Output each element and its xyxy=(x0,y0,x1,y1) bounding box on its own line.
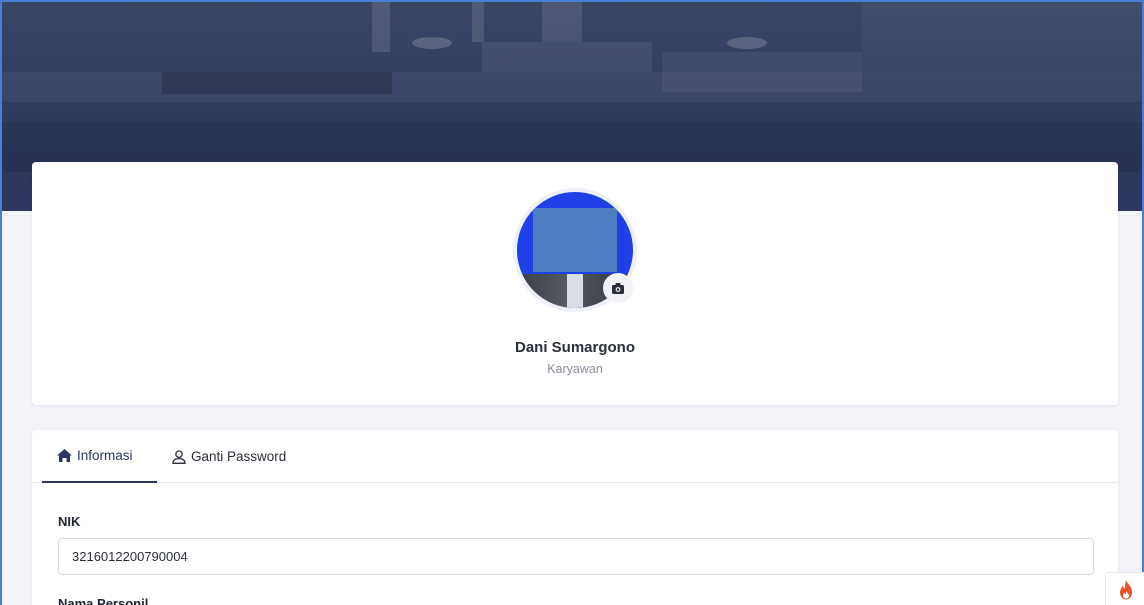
profile-name: Dani Sumargono xyxy=(514,339,635,356)
tab-informasi-label: Informasi xyxy=(77,448,133,463)
nik-label: NIK xyxy=(58,514,81,529)
camera-icon xyxy=(612,282,624,294)
profile-form-card: Informasi Ganti Password NIK Nama Person… xyxy=(32,430,1118,605)
nama-personil-label: Nama Personil xyxy=(58,596,149,605)
tab-ganti-password-label: Ganti Password xyxy=(191,449,287,464)
profile-card: Dani Sumargono Karyawan xyxy=(32,162,1118,405)
user-icon xyxy=(172,449,186,464)
tab-ganti-password[interactable]: Ganti Password xyxy=(172,430,312,483)
change-photo-button[interactable] xyxy=(603,273,633,303)
tab-informasi[interactable]: Informasi xyxy=(42,430,157,483)
avatar-container xyxy=(513,188,637,312)
home-icon xyxy=(57,449,72,462)
nik-input[interactable] xyxy=(58,538,1094,575)
profile-tabs: Informasi Ganti Password xyxy=(32,430,1118,483)
profile-role: Karyawan xyxy=(547,362,603,376)
floating-action-button[interactable] xyxy=(1105,572,1144,605)
flame-icon xyxy=(1119,579,1132,599)
